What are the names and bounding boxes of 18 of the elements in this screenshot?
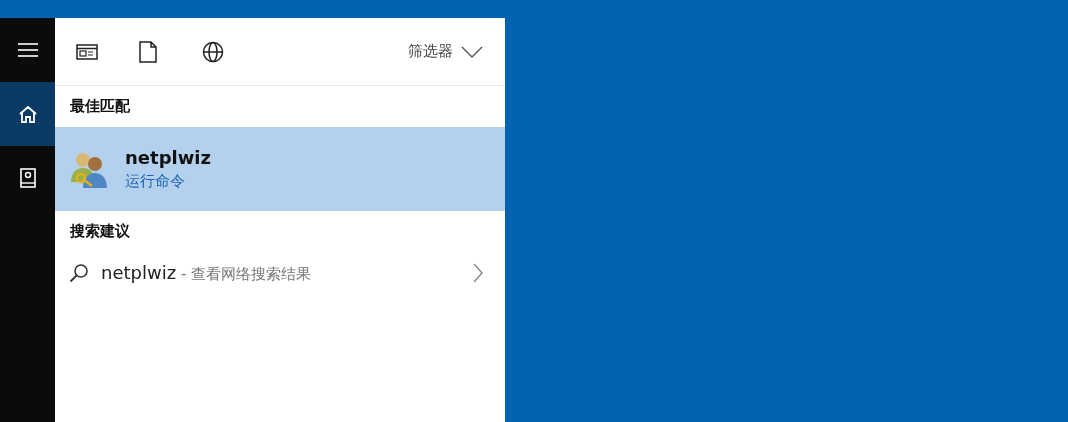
section-heading: 最佳匹配 [69, 96, 131, 117]
window-icon [76, 43, 98, 60]
home-tab[interactable] [0, 82, 55, 146]
home-icon [18, 105, 37, 123]
filter-dropdown[interactable]: 筛选器 [408, 42, 483, 61]
result-title: netplwiz [125, 147, 211, 168]
suggestion-item[interactable]: netplwiz - 查看网络搜索结果 [55, 253, 505, 293]
section-heading: 搜索建议 [69, 221, 131, 242]
document-icon [139, 40, 157, 63]
globe-icon [202, 40, 224, 63]
menu-icon [17, 43, 38, 57]
best-match-item[interactable]: netplwiz 运行命令 [55, 127, 505, 211]
chevron-down-icon [461, 45, 483, 58]
result-subtitle: 运行命令 [125, 172, 186, 191]
suggestion-text: netplwiz - 查看网络搜索结果 [101, 262, 312, 284]
chevron-right-icon [473, 263, 483, 283]
search-icon [69, 263, 89, 283]
notebook-icon [19, 168, 36, 188]
